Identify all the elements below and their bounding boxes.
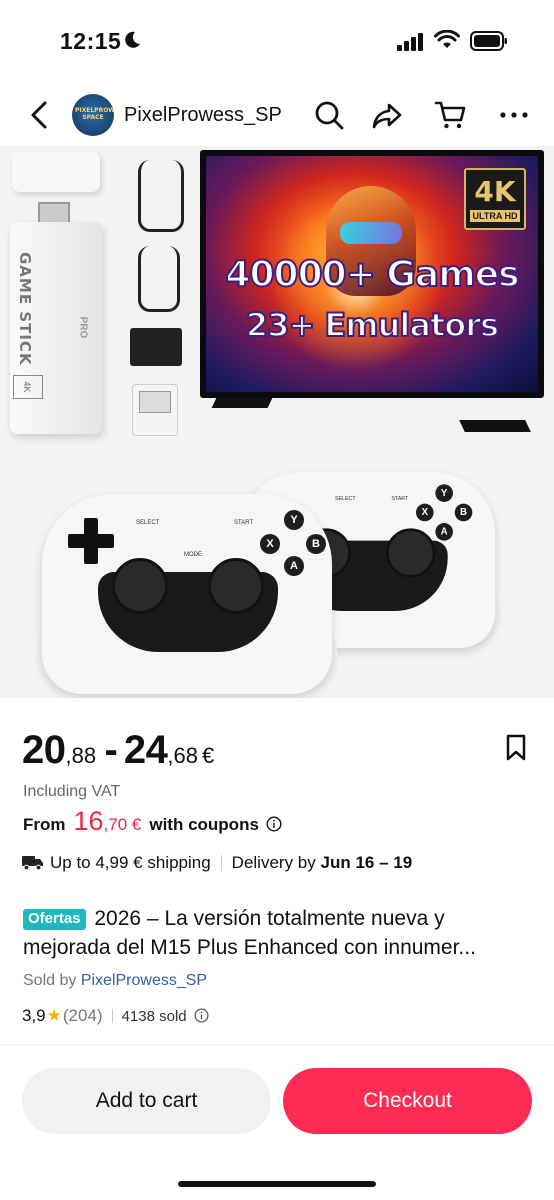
button-x: X (260, 534, 280, 554)
stick-4k-badge: 4K (13, 375, 43, 399)
seller-info: Sold by PixelProwess_SP (23, 972, 207, 990)
stick-usb-connector (38, 202, 70, 224)
stick-label: GAME STICK (16, 252, 34, 366)
share-icon[interactable] (370, 98, 404, 132)
price-range: 20,88 -24,68 € (22, 728, 532, 776)
status-time: 12:15 (60, 28, 122, 54)
info-icon[interactable] (194, 1008, 209, 1023)
button-b: B (306, 534, 326, 554)
price-currency: € (201, 743, 215, 768)
delivery-prefix: Delivery by (231, 853, 316, 872)
back-arrow-icon[interactable] (24, 98, 56, 132)
bookmark-icon[interactable] (504, 734, 528, 762)
stick-cap (12, 152, 100, 192)
coupon-price-dec: ,70 € (103, 815, 142, 834)
seller-link[interactable]: PixelProwess_SP (81, 972, 207, 989)
product-title[interactable]: Ofertas 2026 – La versión totalmente nue… (23, 904, 535, 962)
store-name[interactable]: PixelProwess_SP (124, 104, 282, 127)
delivery-truck-icon (22, 856, 43, 871)
price-low-int: 20 (22, 728, 66, 772)
cellular-signal-icon (397, 33, 423, 51)
product-header: PIXELPROWESS SPACE PixelProwess_SP (0, 88, 554, 142)
coupon-price-row[interactable]: From 16,70 € with coupons (23, 806, 282, 840)
rating-count: (204) (62, 1006, 103, 1025)
title-line-2: mejorada del M15 Plus Enhanced con innum… (23, 936, 476, 959)
product-image-carousel[interactable]: GAME STICK PRO 4K 4K ULTRA HD 40000+ Gam… (0, 146, 554, 698)
star-icon: ★ (46, 1006, 62, 1025)
promo-emulators-count: 23+ Emulators (245, 305, 500, 345)
moon-icon (125, 31, 140, 48)
wireless-receiver (132, 384, 178, 436)
controller-front: Y X B A SELECT START MODE (27, 494, 347, 698)
sold-count: 4138 sold (121, 1008, 187, 1025)
memory-card (130, 328, 182, 366)
price-high-dec: ,68 (167, 743, 198, 768)
info-icon[interactable] (266, 816, 282, 832)
divider (0, 1044, 554, 1045)
vat-note: Including VAT (23, 783, 121, 800)
start-label: START (234, 520, 254, 526)
seller-prefix: Sold by (23, 972, 77, 989)
title-line-1: 2026 – La versión totalmente nueva y (94, 907, 445, 930)
rating-row[interactable]: 3,9★(204) 4138 sold (22, 1006, 209, 1026)
coupon-suffix: with coupons (149, 815, 259, 834)
button-y: Y (284, 510, 304, 530)
mode-label: MODE (184, 552, 202, 558)
shipping-cost: Up to 4,99 € shipping (50, 853, 211, 872)
usb-cable (138, 160, 184, 232)
shipping-row[interactable]: Up to 4,99 € shipping Delivery by Jun 16 … (22, 853, 412, 881)
price-separator: - (104, 728, 118, 772)
promo-games-count: 40000+ Games (224, 253, 520, 296)
stick-sub-label: PRO (77, 316, 89, 339)
more-options-icon[interactable] (497, 98, 531, 132)
button-a: A (284, 556, 304, 576)
store-avatar[interactable]: PIXELPROWESS SPACE (72, 94, 114, 136)
select-label: SELECT (136, 520, 160, 526)
store-logo-text: PIXELPROWESS SPACE (75, 107, 114, 121)
ofertas-tag: Ofertas (23, 909, 86, 930)
cart-icon[interactable] (434, 98, 468, 132)
ultra-hd-badge: 4K ULTRA HD (464, 168, 526, 230)
hdmi-extender-cable (138, 246, 180, 312)
wifi-icon (434, 30, 460, 48)
bottom-action-bar: Add to cart Checkout (0, 1046, 554, 1200)
delivery-dates: Jun 16 – 19 (320, 853, 413, 872)
battery-icon (470, 31, 507, 51)
home-indicator[interactable] (178, 1181, 376, 1187)
status-bar: 12:15 (0, 0, 554, 80)
search-icon[interactable] (312, 98, 346, 132)
checkout-button[interactable]: Checkout (283, 1068, 532, 1134)
game-stick: GAME STICK PRO 4K (10, 222, 102, 434)
coupon-price-int: 16 (73, 806, 104, 836)
rating-score: 3,9 (22, 1006, 46, 1025)
price-low-dec: ,88 (65, 743, 97, 768)
add-to-cart-button[interactable]: Add to cart (22, 1068, 271, 1134)
price-high-int: 24 (123, 728, 168, 772)
coupon-from-label: From (23, 815, 66, 834)
